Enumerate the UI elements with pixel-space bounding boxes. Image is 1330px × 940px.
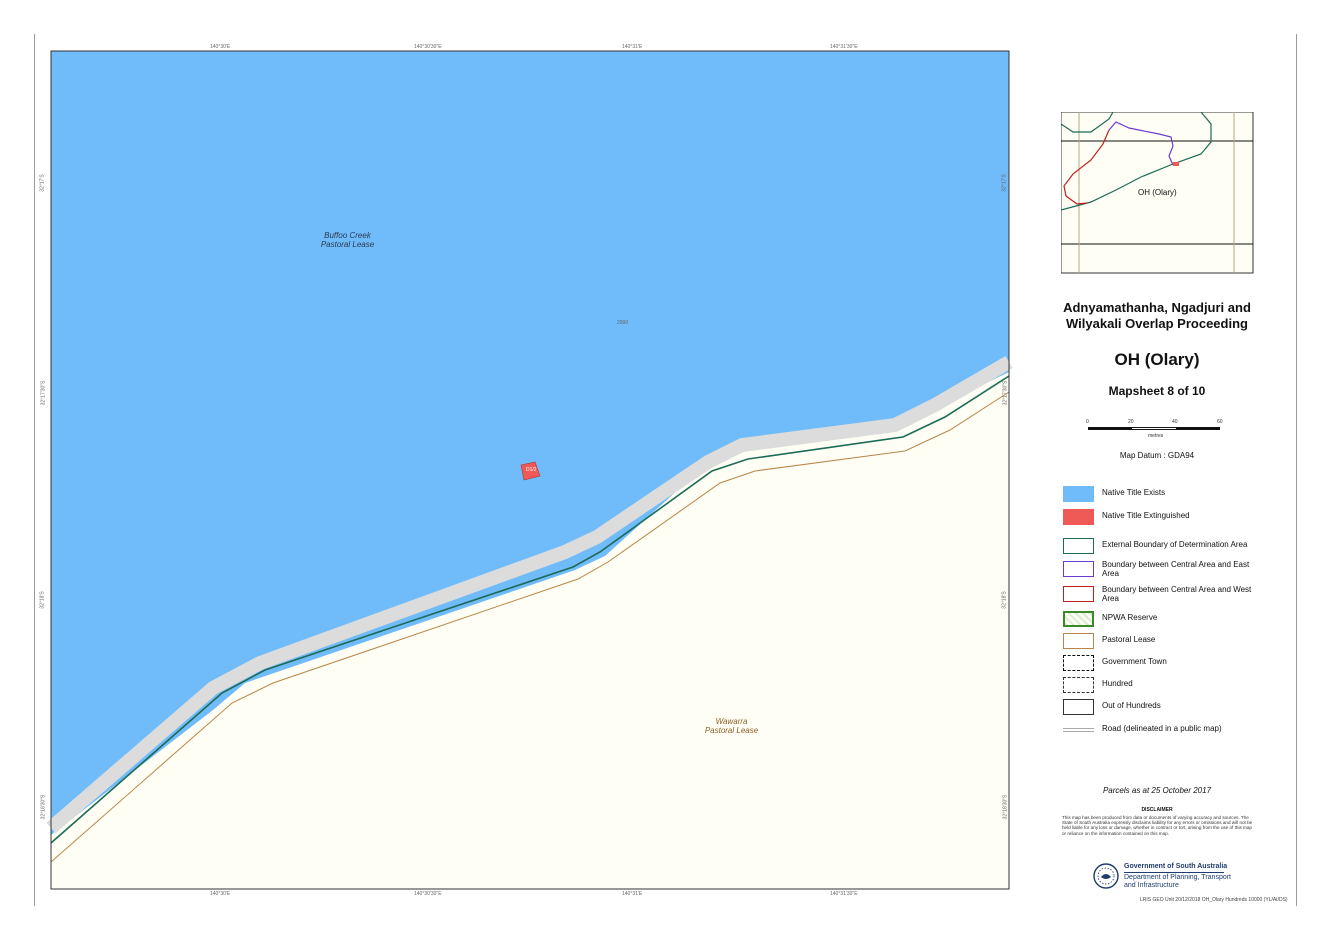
legend-item-road: Road (delineated in a public map) — [1063, 722, 1263, 740]
map-datum: Map Datum : GDA94 — [1119, 451, 1195, 460]
map-subtitle: OH (Olary) — [1114, 350, 1200, 369]
outline-black-icon — [1063, 699, 1094, 715]
parcel-label: D1/2 — [526, 467, 537, 473]
scale-unit: metres — [1148, 433, 1164, 439]
scale-tick-0: 0 — [1086, 419, 1089, 425]
left-tick-3: 32°18'S — [39, 591, 46, 609]
bottom-tick-2: 140°30'30"E — [414, 891, 442, 897]
buffoo-creek-label: Buffoo Creek Pastoral Lease — [300, 231, 395, 249]
title-line-2: Wilyakali Overlap Proceeding — [1066, 316, 1248, 331]
sa-government-logo-icon — [1093, 863, 1119, 889]
outline-green-icon — [1063, 538, 1094, 554]
buffoo-creek-text: Buffoo Creek Pastoral Lease — [320, 231, 375, 249]
right-tick-2: 32°17'30"S — [1002, 380, 1009, 406]
legend-label: Native Title Extinguished — [1102, 511, 1190, 520]
left-tick-2: 32°17'30"S — [40, 380, 47, 406]
top-tick-1: 140°30'E — [210, 44, 231, 50]
bottom-tick-4: 140°31'30"E — [830, 891, 858, 897]
outline-brown-icon — [1063, 633, 1094, 649]
legend-label: Pastoral Lease — [1102, 635, 1156, 644]
left-tick-1: 32°17'S — [39, 174, 46, 192]
legend-item-native-title-exists: Native Title Exists — [1063, 486, 1263, 504]
legend-item-government-town: Government Town — [1063, 655, 1263, 673]
bottom-tick-1: 140°30'E — [210, 891, 231, 897]
legend-label: Hundred — [1102, 679, 1133, 688]
legend-label: NPWA Reserve — [1102, 613, 1158, 622]
title-line-1: Adnyamathanha, Ngadjuri and — [1063, 300, 1251, 315]
right-tick-4: 32°18'30"S — [1002, 794, 1009, 820]
fill-red-icon — [1063, 509, 1094, 525]
legend-label: Government Town — [1102, 657, 1167, 666]
legend-label: Out of Hundreds — [1102, 701, 1161, 710]
double-grey-line-icon — [1063, 728, 1094, 732]
legend-item-central-west-boundary: Boundary between Central Area and West A… — [1063, 585, 1263, 604]
title-block: Adnyamathanha, Ngadjuri and Wilyakali Ov… — [1040, 300, 1274, 332]
scale-bar-white — [1132, 427, 1176, 430]
small-marker-label: 2990 — [617, 320, 629, 326]
scale-tick-60: 60 — [1217, 419, 1223, 425]
parcels-date: Parcels as at 25 October 2017 — [1102, 786, 1212, 795]
legend-item-external-boundary: External Boundary of Determination Area — [1063, 538, 1263, 556]
disclaimer-title: DISCLAIMER — [1141, 807, 1173, 813]
legend-label: Boundary between Central Area and East A… — [1102, 560, 1250, 578]
legend-item-pastoral-lease: Pastoral Lease — [1063, 633, 1263, 651]
agency-department: Department of Planning, Transport and In… — [1124, 874, 1232, 889]
wawarra-label: Wawarra Pastoral Lease — [684, 717, 779, 735]
scale-tick-40: 40 — [1172, 419, 1178, 425]
legend-item-npwa-reserve: NPWA Reserve — [1063, 611, 1263, 629]
agency-name: Government of South Australia — [1124, 863, 1228, 870]
agency-divider — [1124, 872, 1224, 873]
dashdot-black-icon — [1063, 655, 1094, 671]
right-tick-3: 32°18'S — [1001, 591, 1008, 609]
legend-label: External Boundary of Determination Area — [1102, 540, 1248, 549]
legend-item-native-title-extinguished: Native Title Extinguished — [1063, 509, 1263, 527]
scale-bar-black-1 — [1088, 427, 1132, 430]
disclaimer-text: This map has been produced from data or … — [1062, 815, 1253, 836]
dashed-black-icon — [1063, 677, 1094, 693]
outline-purple-icon — [1063, 561, 1094, 577]
fill-blue-icon — [1063, 486, 1094, 502]
legend-item-central-east-boundary: Boundary between Central Area and East A… — [1063, 560, 1263, 579]
footer-reference: LRIS GEO Unit 20/12/2018 OH_Olary Hundre… — [1140, 897, 1288, 903]
scale-bar-black-2 — [1176, 427, 1220, 430]
outline-red-icon — [1063, 586, 1094, 602]
scale-tick-20: 20 — [1128, 419, 1134, 425]
wawarra-text: Wawarra Pastoral Lease — [704, 717, 759, 735]
legend-label: Native Title Exists — [1102, 488, 1166, 497]
right-tick-1: 32°17'S — [1001, 174, 1008, 192]
legend-item-hundred: Hundred — [1063, 677, 1263, 695]
top-tick-4: 140°31'30"E — [830, 44, 858, 50]
inset-label: OH (Olary) — [1138, 188, 1177, 197]
top-tick-2: 140°30'30"E — [414, 44, 442, 50]
mapsheet-number: Mapsheet 8 of 10 — [1108, 384, 1206, 398]
legend-item-out-of-hundreds: Out of Hundreds — [1063, 699, 1263, 717]
legend-label: Road (delineated in a public map) — [1102, 724, 1222, 733]
legend-label: Boundary between Central Area and West A… — [1102, 585, 1252, 603]
hatched-green-icon — [1063, 611, 1094, 627]
bottom-tick-3: 140°31'E — [622, 891, 643, 897]
top-tick-3: 140°31'E — [622, 44, 643, 50]
left-tick-4: 32°18'30"S — [40, 794, 47, 820]
